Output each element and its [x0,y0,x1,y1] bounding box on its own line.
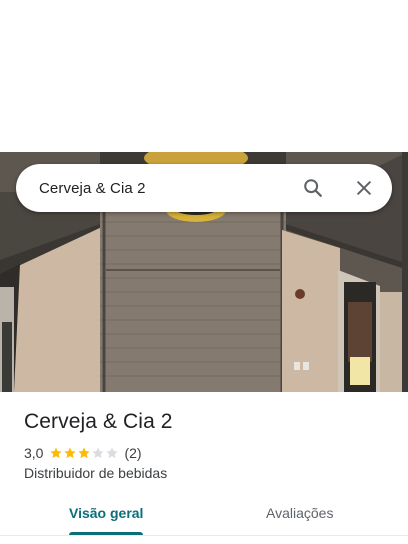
tab-reviews[interactable]: Avaliações [266,498,333,544]
tabs-divider [0,535,408,536]
clear-search-button[interactable] [344,168,384,208]
place-title: Cerveja & Cia 2 [24,410,173,433]
star-icon [92,447,105,459]
search-bar[interactable]: Cerveja & Cia 2 [16,164,392,212]
star-icon [50,447,63,459]
search-button[interactable] [293,168,333,208]
search-icon [304,179,322,197]
place-info-panel: Cerveja & Cia 2 3,0 (2) Distribuidor de … [0,392,408,544]
star-icon [106,447,119,459]
search-input[interactable]: Cerveja & Cia 2 [16,180,293,197]
close-icon [357,181,371,195]
place-tabs: Visão geral Avaliações [0,498,408,544]
star-icon [64,447,77,459]
star-icon [78,447,91,459]
rating-value: 3,0 [24,445,44,461]
review-count[interactable]: (2) [124,445,141,461]
rating-row[interactable]: 3,0 (2) [24,444,142,462]
tab-overview[interactable]: Visão geral [69,498,143,544]
rating-stars [49,446,119,460]
place-category[interactable]: Distribuidor de bebidas [24,465,167,481]
map-area-blank [0,0,408,152]
